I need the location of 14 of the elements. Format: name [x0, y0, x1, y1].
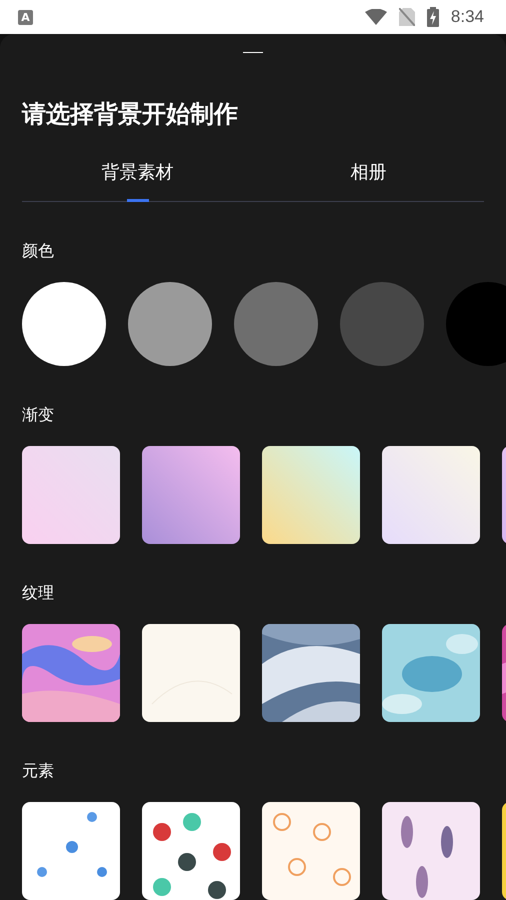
- sheet-title: 请选择背景开始制作: [22, 99, 239, 130]
- drag-handle[interactable]: [243, 52, 263, 54]
- color-swatch[interactable]: [446, 282, 506, 366]
- section-title: 纹理: [22, 584, 54, 602]
- no-sim-icon: [398, 8, 415, 26]
- clock-time: 8:34: [450, 7, 484, 27]
- section-title: 元素: [22, 762, 54, 780]
- wifi-icon: [364, 9, 387, 25]
- section-title: 颜色: [22, 242, 54, 260]
- tab[interactable]: 相册: [253, 155, 484, 201]
- battery-charging-icon: [426, 7, 439, 27]
- tab[interactable]: 背景素材: [22, 155, 253, 201]
- notification-icon: A: [18, 10, 33, 24]
- section-title: 渐变: [22, 406, 54, 424]
